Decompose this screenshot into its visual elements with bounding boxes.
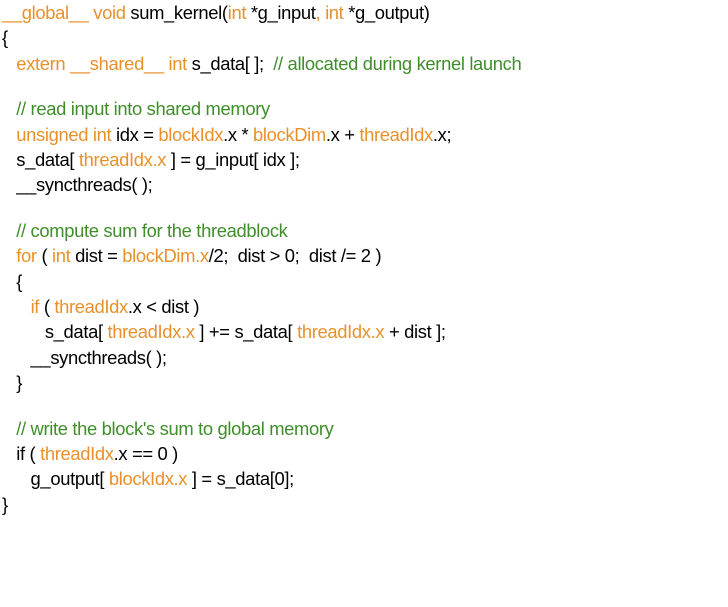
code-text: sum_kernel(	[130, 2, 228, 23]
code-line: s_data[ threadIdx.x ] += s_data[ threadI…	[2, 319, 726, 344]
code-line: extern __shared__ int s_data[ ]; // allo…	[2, 51, 726, 76]
code-text: g_output[	[2, 468, 109, 490]
code-keyword: blockIdx.x	[108, 468, 188, 490]
code-text: *g_output)	[348, 2, 430, 23]
code-text: s_data[	[2, 321, 108, 343]
code-text: /2; dist > 0; dist /= 2 )	[208, 245, 382, 267]
code-keyword: __global__ void	[2, 2, 131, 23]
code-line: if ( threadIdx.x < dist )	[2, 294, 726, 319]
code-text: {	[2, 270, 23, 292]
code-keyword: int	[52, 245, 76, 267]
code-comment: // read input into shared memory	[16, 98, 270, 120]
code-line: for ( int dist = blockDim.x/2; dist > 0;…	[2, 243, 726, 268]
code-text: idx =	[116, 123, 159, 145]
code-line: {	[2, 269, 726, 294]
code-text: .x +	[325, 123, 360, 145]
code-keyword: threadIdx.x	[297, 321, 385, 343]
code-text: if (	[2, 442, 41, 464]
code-text: ] += s_data[	[194, 321, 298, 343]
code-comment: // compute sum for the threadblock	[16, 220, 288, 242]
code-text: }	[2, 493, 8, 515]
code-line: unsigned int idx = blockIdx.x * blockDim…	[2, 122, 726, 147]
code-keyword: threadIdx.x	[107, 321, 195, 343]
code-line: }	[2, 492, 726, 517]
code-keyword: threadIdx	[359, 123, 433, 145]
code-line: __global__ void sum_kernel(int *g_input,…	[2, 0, 726, 25]
code-text: }	[2, 371, 23, 393]
code-comment: // allocated during kernel launch	[273, 52, 522, 74]
code-line: }	[2, 370, 726, 395]
code-line: // read input into shared memory	[2, 96, 726, 121]
code-text: __syncthreads( );	[2, 346, 167, 368]
code-keyword: threadIdx.x	[78, 148, 167, 170]
code-line: if ( threadIdx.x == 0 )	[2, 441, 726, 466]
code-text: s_data[ ];	[191, 52, 274, 74]
code-text: .x *	[223, 123, 254, 145]
code-text: {	[2, 27, 8, 49]
code-text: ] = s_data[0];	[187, 468, 294, 490]
code-keyword: for	[16, 245, 37, 267]
code-text: + dist ];	[384, 321, 446, 343]
code-keyword: threadIdx	[54, 295, 128, 317]
code-keyword: blockDim	[253, 123, 326, 145]
code-text: (	[39, 295, 55, 317]
code-line: // compute sum for the threadblock	[2, 218, 726, 243]
code-keyword: extern __shared__ int	[16, 52, 192, 74]
code-keyword: int	[227, 2, 251, 23]
code-text: s_data[	[2, 148, 79, 170]
code-line: s_data[ threadIdx.x ] = g_input[ idx ];	[2, 147, 726, 172]
code-text: *g_input	[250, 2, 316, 23]
code-line: __syncthreads( );	[2, 172, 726, 197]
code-line: {	[2, 25, 726, 50]
code-text: .x;	[432, 123, 452, 145]
code-keyword: unsigned int	[16, 123, 117, 145]
code-text: .x < dist )	[127, 295, 200, 317]
code-keyword: blockIdx	[158, 123, 224, 145]
code-text: ] = g_input[ idx ];	[166, 148, 300, 170]
code-keyword: if	[30, 295, 40, 317]
code-text: .x == 0 )	[113, 442, 179, 464]
code-listing: __global__ void sum_kernel(int *g_input,…	[2, 0, 726, 517]
code-comment: // write the block's sum to global memor…	[16, 417, 334, 439]
code-keyword: blockDim.x	[122, 245, 209, 267]
code-keyword: , int	[315, 2, 349, 23]
code-line: g_output[ blockIdx.x ] = s_data[0];	[2, 466, 726, 491]
code-text: __syncthreads( );	[2, 174, 153, 196]
code-text: (	[36, 245, 52, 267]
code-line: __syncthreads( );	[2, 345, 726, 370]
code-line: // write the block's sum to global memor…	[2, 416, 726, 441]
code-keyword: threadIdx	[40, 442, 114, 464]
code-text: dist =	[75, 245, 123, 267]
